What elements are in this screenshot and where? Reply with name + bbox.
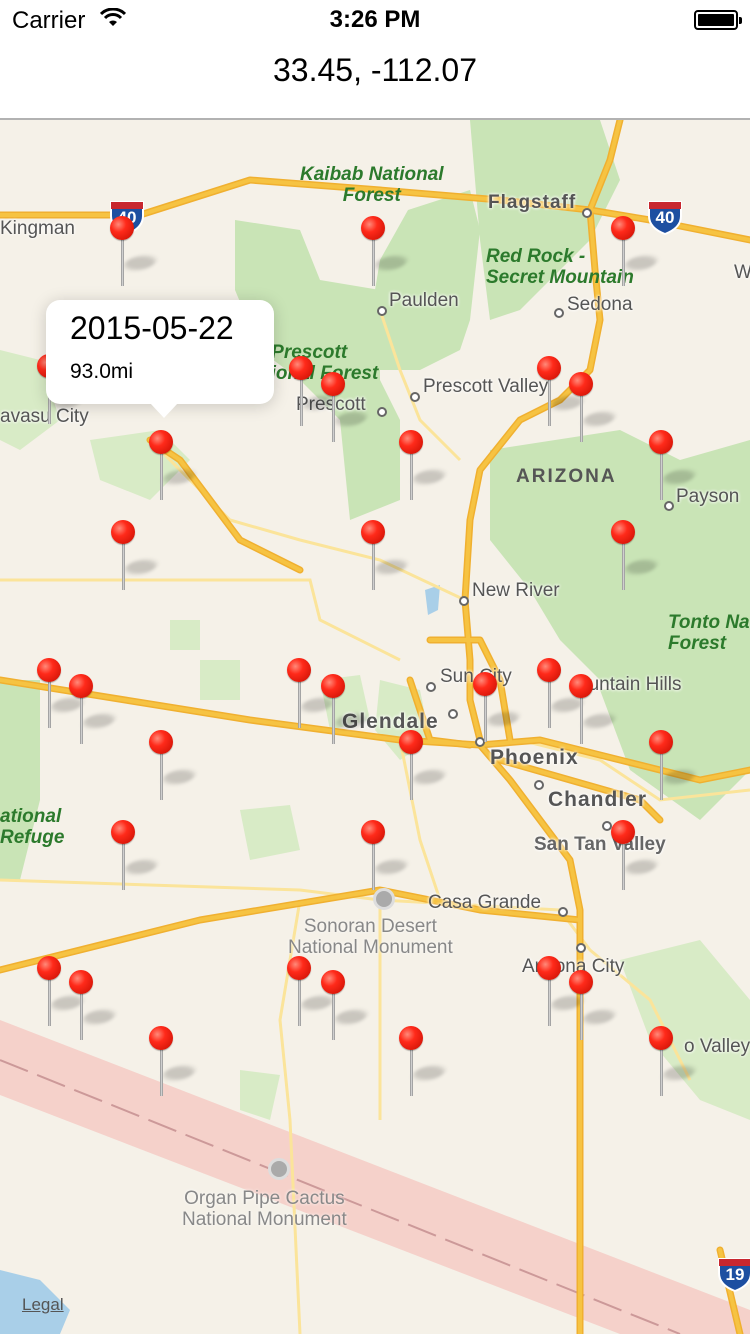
map-pin-icon[interactable]: [108, 520, 161, 592]
city-dot: [554, 308, 564, 318]
map-pin-icon[interactable]: [34, 658, 87, 730]
city-label: San Tan Valley: [534, 834, 666, 855]
city-dot: [534, 780, 544, 790]
forest-label: ational Refuge: [0, 806, 65, 848]
callout-subtitle: 93.0mi: [70, 360, 134, 383]
map-view[interactable]: 40 40 19 Kaibab NationalForest Red Rock …: [0, 120, 750, 1334]
city-label: New River: [472, 580, 560, 601]
map-pin-icon[interactable]: [66, 970, 119, 1042]
map-pin-icon[interactable]: [608, 216, 661, 288]
map-pin-icon[interactable]: [318, 372, 371, 444]
map-pin-icon[interactable]: [534, 956, 587, 1028]
map-pin-icon[interactable]: [470, 672, 523, 744]
park-label: Sonoran Desert National Monument: [288, 916, 453, 958]
city-dot: [576, 943, 586, 953]
map-pin-icon[interactable]: [534, 658, 587, 730]
map-pin-icon[interactable]: [66, 674, 119, 746]
map-pin-icon[interactable]: [146, 430, 199, 502]
map-pin-icon[interactable]: [107, 216, 160, 288]
city-dot: [410, 392, 420, 402]
map-pin-icon[interactable]: [608, 520, 661, 592]
coordinates-title: 33.45, -112.07: [272, 52, 477, 88]
forest-label: Kaibab National Forest: [300, 164, 444, 206]
map-pin-icon[interactable]: [646, 430, 699, 502]
city-dot: [448, 709, 458, 719]
map-pin-icon[interactable]: [286, 356, 339, 428]
city-label: Phoenix: [490, 746, 579, 769]
map-pin-icon[interactable]: [318, 674, 371, 746]
map-pin-icon[interactable]: [396, 430, 449, 502]
status-time: 3:26 PM: [329, 6, 421, 33]
city-label: Payson: [676, 486, 740, 507]
legal-link[interactable]: Legal: [22, 1295, 64, 1315]
city-label: o Valley: [684, 1036, 750, 1057]
map-pin-icon[interactable]: [284, 658, 337, 730]
map-pin-icon[interactable]: [566, 970, 619, 1042]
nav-bar: 33.45, -112.07: [0, 40, 750, 120]
map-pin-icon[interactable]: [358, 216, 411, 288]
interstate-40-shield-icon: 40: [646, 198, 684, 236]
city-dot: [426, 682, 436, 692]
map-pin-icon[interactable]: [608, 820, 661, 892]
city-label: Prescott Valley: [423, 376, 549, 397]
pin-callout[interactable]: 2015-05-22 93.0mi: [46, 300, 274, 418]
city-label: Sedona: [567, 294, 633, 315]
map-pin-icon[interactable]: [646, 730, 699, 802]
city-label: Chandler: [548, 788, 648, 811]
city-label: Kingman: [0, 218, 75, 239]
map-pin-icon[interactable]: [396, 730, 449, 802]
map-pin-icon[interactable]: [358, 520, 411, 592]
interstate-19-shield-icon: 19: [716, 1255, 750, 1293]
map-pin-icon[interactable]: [646, 1026, 699, 1098]
map-pin-icon[interactable]: [34, 956, 87, 1028]
map-pin-icon[interactable]: [566, 372, 619, 444]
park-marker-icon: [268, 1158, 290, 1180]
city-dot: [664, 501, 674, 511]
map-pin-icon[interactable]: [318, 970, 371, 1042]
battery-icon: [694, 10, 742, 30]
map-pin-icon[interactable]: [146, 730, 199, 802]
city-label: Paulden: [389, 290, 459, 311]
map-pin-icon[interactable]: [358, 820, 411, 892]
city-label: Casa Grande: [428, 892, 542, 913]
map-pin-icon[interactable]: [396, 1026, 449, 1098]
city-dot: [558, 907, 568, 917]
map-pin-icon[interactable]: [284, 956, 337, 1028]
city-dot: [459, 596, 469, 606]
map-pin-icon[interactable]: [566, 674, 619, 746]
state-label: ARIZONA: [516, 466, 617, 487]
callout-title: 2015-05-22: [70, 310, 234, 346]
city-label: Flagstaff: [488, 192, 577, 213]
park-label: Organ Pipe Cactus National Monument: [182, 1188, 347, 1230]
map-pin-icon[interactable]: [534, 356, 587, 428]
city-dot: [582, 208, 592, 218]
city-label: W: [734, 262, 750, 283]
city-dot: [377, 306, 387, 316]
forest-label: Tonto Na Forest: [668, 612, 750, 654]
city-dot: [377, 407, 387, 417]
map-pin-icon[interactable]: [146, 1026, 199, 1098]
status-bar: Carrier 3:26 PM: [0, 0, 750, 40]
map-pin-icon[interactable]: [108, 820, 161, 892]
